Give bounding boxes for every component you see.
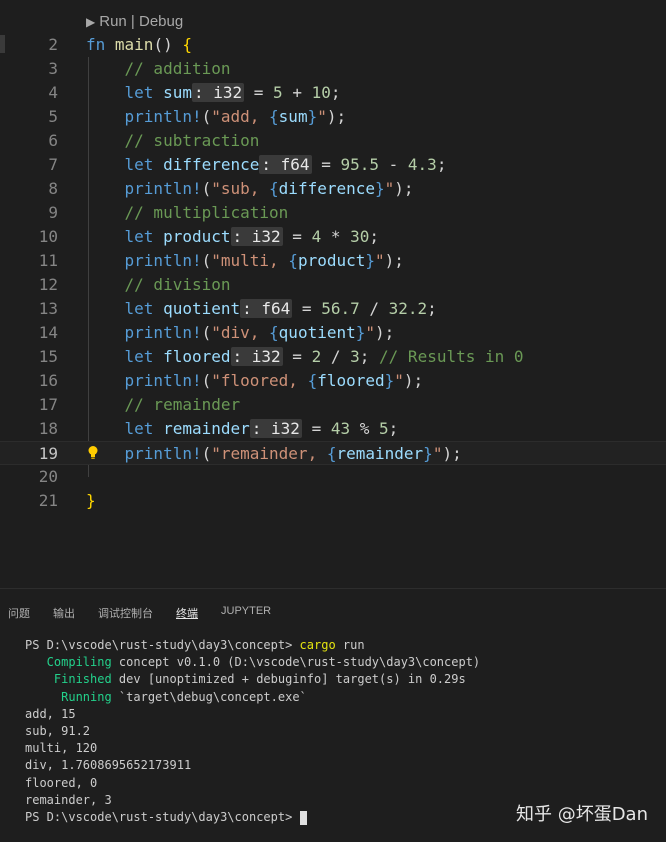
code-text: let remainder: i32 = 43 % 5; <box>124 419 399 438</box>
code-line-12[interactable]: 12 // division <box>0 273 666 297</box>
line-number: 12 <box>38 275 58 294</box>
code-line-5[interactable]: 5 println!("add, {sum}"); <box>0 105 666 129</box>
code-text: // subtraction <box>124 131 260 150</box>
watermark: 知乎 @坏蛋Dan <box>515 804 648 825</box>
code-line-11[interactable]: 11 println!("multi, {product}"); <box>0 249 666 273</box>
code-text: println!("floored, {floored}"); <box>124 371 424 390</box>
code-text: let product: i32 = 4 * 30; <box>124 227 380 246</box>
code-text: println!("add, {sum}"); <box>124 107 347 126</box>
code-text: let floored: i32 = 2 / 3; // Results in … <box>124 347 524 366</box>
line-number: 17 <box>38 395 58 414</box>
code-line-21[interactable]: 21} <box>0 489 666 513</box>
tab-3[interactable]: 终端 <box>176 597 198 620</box>
line-number: 18 <box>38 419 58 438</box>
code-line-20[interactable]: 20 <box>0 465 666 489</box>
code-line-14[interactable]: 14 println!("div, {quotient}"); <box>0 321 666 345</box>
terminal-line: PS D:\vscode\rust-study\day3\concept> <box>25 809 480 826</box>
tab-2[interactable]: 调试控制台 <box>98 597 153 620</box>
code-text: // multiplication <box>124 203 289 222</box>
terminal-line: floored, 0 <box>25 775 98 790</box>
line-number: 10 <box>38 227 58 246</box>
line-number: 7 <box>48 155 58 174</box>
codelens-label: Run | Debug <box>99 13 184 30</box>
code-text: let sum: i32 = 5 + 10; <box>124 83 341 102</box>
code-text: // division <box>124 275 231 294</box>
terminal-cursor <box>299 810 307 825</box>
tab-1[interactable]: 输出 <box>53 597 75 620</box>
line-number: 2 <box>48 35 58 54</box>
terminal-line: multi, 120 <box>25 741 98 756</box>
code-line-6[interactable]: 6 // subtraction <box>0 129 666 153</box>
terminal-line: PS D:\vscode\rust-study\day3\concept> ca… <box>25 638 365 652</box>
line-number: 3 <box>48 59 58 78</box>
code-line-17[interactable]: 17 // remainder <box>0 393 666 417</box>
code-line-9[interactable]: 9 // multiplication <box>0 201 666 225</box>
terminal-line: div, 1.7608695652173911 <box>25 758 192 773</box>
code-line-8[interactable]: 8 println!("sub, {difference}"); <box>0 177 666 201</box>
code-text: println!("remainder, {remainder}"); <box>124 444 462 463</box>
line-number: 15 <box>38 347 58 366</box>
code-line-15[interactable]: 15 let floored: i32 = 2 / 3; // Results … <box>0 345 666 369</box>
line-number: 21 <box>38 491 58 510</box>
terminal-line: Running `target\debug\concept.exe` <box>25 689 307 704</box>
code-line-19[interactable]: 19 println!("remainder, {remainder}"); <box>0 441 666 465</box>
tab-0[interactable]: 问题 <box>8 597 30 620</box>
code-line-2[interactable]: 2 fn main() { <box>0 33 666 57</box>
terminal-line: Finished dev [unoptimized + debuginfo] t… <box>25 672 466 687</box>
code-text: println!("div, {quotient}"); <box>124 323 395 342</box>
code-text: // addition <box>124 59 231 78</box>
code-text: } <box>86 491 96 510</box>
code-line-10[interactable]: 10 let product: i32 = 4 * 30; <box>0 225 666 249</box>
line-number: 19 <box>38 444 58 463</box>
code-editor[interactable]: ▶ Run | Debug 2 fn main() {3 // addition 4 … <box>0 0 666 588</box>
line-number: 8 <box>48 179 58 198</box>
code-text: let quotient: f64 = 56.7 / 32.2; <box>124 299 437 318</box>
play-icon: ▶ <box>86 15 96 29</box>
line-number: 5 <box>48 107 58 126</box>
code-line-3[interactable]: 3 // addition <box>0 57 666 81</box>
code-line-16[interactable]: 16 println!("floored, {floored}"); <box>0 369 666 393</box>
codelens-run-debug[interactable]: ▶ Run | Debug <box>86 13 183 33</box>
line-number: 13 <box>38 299 58 318</box>
line-number: 20 <box>38 467 58 486</box>
line-number: 11 <box>38 251 58 270</box>
terminal-output[interactable]: PS D:\vscode\rust-study\day3\concept> ca… <box>25 637 480 826</box>
line-number: 16 <box>38 371 58 390</box>
panel-tabs: 问题 输出 调试控制台 终端 JUPYTER <box>8 597 294 627</box>
code-line-4[interactable]: 4 let sum: i32 = 5 + 10; <box>0 81 666 105</box>
terminal-line: Compiling concept v0.1.0 (D:\vscode\rust… <box>25 655 481 670</box>
code-text: // remainder <box>124 395 241 414</box>
tab-4[interactable]: JUPYTER <box>221 597 271 619</box>
line-number: 9 <box>48 203 58 222</box>
line-number: 14 <box>38 323 58 342</box>
terminal-line: remainder, 3 <box>25 792 112 807</box>
terminal-line: add, 15 <box>25 706 76 721</box>
line-number: 6 <box>48 131 58 150</box>
code-text: let difference: f64 = 95.5 - 4.3; <box>124 155 447 174</box>
line-number: 4 <box>48 83 58 102</box>
terminal-line: sub, 91.2 <box>25 724 91 739</box>
code-line-7[interactable]: 7 let difference: f64 = 95.5 - 4.3; <box>0 153 666 177</box>
lightbulb-icon[interactable] <box>87 445 99 460</box>
code-text: fn main() { <box>86 35 192 54</box>
code-text: println!("multi, {product}"); <box>124 251 404 270</box>
code-line-13[interactable]: 13 let quotient: f64 = 56.7 / 32.2; <box>0 297 666 321</box>
code-text: println!("sub, {difference}"); <box>124 179 414 198</box>
code-line-18[interactable]: 18 let remainder: i32 = 43 % 5; <box>0 417 666 441</box>
